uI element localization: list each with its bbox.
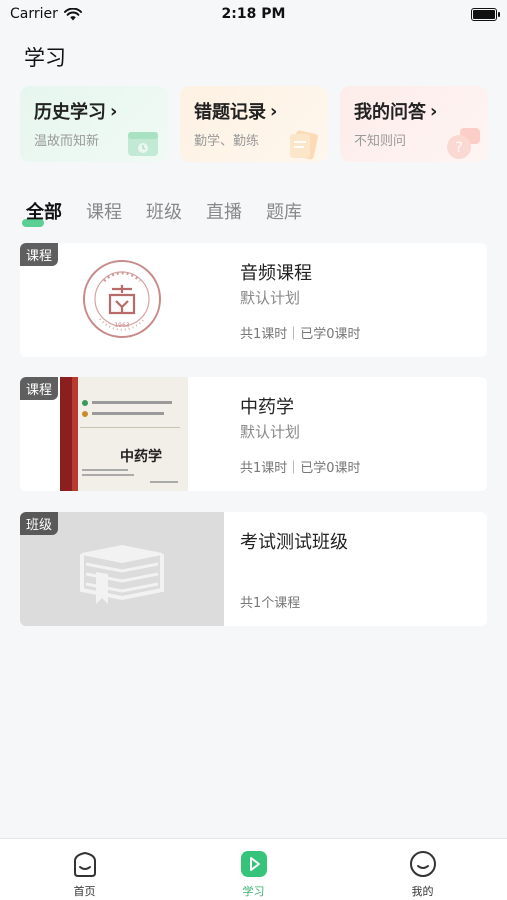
chevron-right-icon: ›	[110, 100, 118, 122]
card-plan: 默认计划	[240, 423, 301, 441]
page-title: 学习	[24, 46, 66, 70]
card-plan: 默认计划	[240, 289, 301, 307]
quick-link-qa[interactable]: 我的问答 › 不知则问 ?	[340, 86, 488, 162]
quick-links: 历史学习 › 温故而知新 错题记录 › 勤学、勤练 我的问答 › 不知则问 ?	[20, 86, 488, 162]
battery-icon	[471, 7, 500, 21]
nav-label: 我的	[411, 885, 434, 898]
card-tag: 班级	[20, 512, 59, 535]
status-time: 2:18 PM	[221, 6, 286, 22]
nav-home[interactable]: 首页	[0, 839, 169, 900]
tab-all[interactable]: 全部	[22, 198, 62, 227]
chevron-right-icon: ›	[270, 100, 278, 122]
calendar-icon	[128, 132, 158, 156]
chevron-right-icon: ›	[430, 100, 438, 122]
nav-study[interactable]: 学习	[169, 839, 338, 900]
profile-icon	[409, 851, 436, 877]
quick-link-mistakes[interactable]: 错题记录 › 勤学、勤练	[180, 86, 328, 162]
tab-live[interactable]: 直播	[206, 198, 242, 224]
quick-link-history[interactable]: 历史学习 › 温故而知新	[20, 86, 168, 162]
nav-label: 首页	[73, 885, 96, 898]
question-icon: ?	[447, 128, 480, 159]
category-tabs: 全部 课程 班级 直播 题库	[22, 198, 302, 227]
tab-classes[interactable]: 班级	[146, 198, 182, 224]
course-card[interactable]: 1963 课程 音频课程 默认计划 共1课时｜已学0课时	[20, 243, 487, 357]
card-title: 音频课程	[240, 263, 312, 284]
tab-question-bank[interactable]: 题库	[266, 198, 302, 224]
play-icon	[240, 851, 267, 877]
status-bar: Carrier 2:18 PM	[0, 0, 507, 28]
bottom-nav: 首页 学习 我的	[0, 838, 507, 900]
nav-profile[interactable]: 我的	[338, 839, 507, 900]
card-title: 中药学	[240, 397, 294, 418]
card-tag: 课程	[20, 377, 59, 400]
class-card[interactable]: 班级 考试测试班级 共1个课程	[20, 512, 487, 626]
card-progress: 共1课时｜已学0课时	[240, 327, 361, 342]
quick-link-title: 历史学习 ›	[34, 100, 118, 124]
card-progress: 共1课时｜已学0课时	[240, 461, 361, 476]
tab-courses[interactable]: 课程	[86, 198, 122, 224]
card-tag: 课程	[20, 243, 59, 266]
svg-text:?: ?	[455, 140, 462, 156]
quick-link-title: 我的问答 ›	[354, 100, 438, 124]
notes-icon	[290, 130, 318, 160]
home-icon	[73, 851, 96, 877]
quick-link-title: 错题记录 ›	[194, 100, 278, 124]
card-course-count: 共1个课程	[240, 596, 301, 611]
course-card[interactable]: 中药学 课程 中药学 默认计划 共1课时｜已学0课时	[20, 377, 487, 491]
nav-label: 学习	[242, 885, 265, 898]
book-cover-title: 中药学	[120, 448, 162, 465]
seal-year: 1963	[114, 322, 129, 329]
card-title: 考试测试班级	[240, 532, 348, 553]
